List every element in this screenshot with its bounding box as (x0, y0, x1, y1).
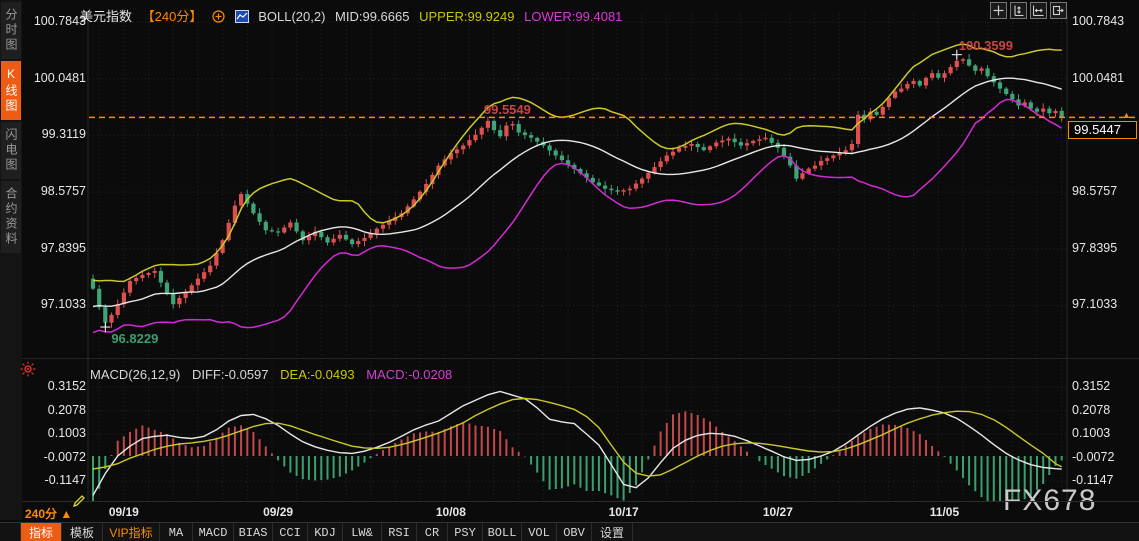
macd-axis-label: -0.1147 (44, 473, 86, 488)
toolbar-item-指标[interactable]: 指标 (21, 523, 62, 541)
x-axis-date: 10/27 (762, 505, 793, 519)
toolbar-left-pad (0, 523, 21, 541)
toolbar-item-cci[interactable]: CCI (273, 523, 308, 541)
x-axis-date: 10/08 (435, 505, 466, 519)
price-axis-label: 98.5757 (1072, 184, 1118, 199)
sidebar-tab-contract-info[interactable]: 合约资料 (1, 181, 21, 253)
toolbar-item-bias[interactable]: BIAS (234, 523, 273, 541)
toolbar-item-obv[interactable]: OBV (557, 523, 592, 541)
period-tag[interactable]: 【240分】 (142, 9, 203, 24)
macd-axis-label: 0.2078 (47, 402, 86, 417)
sidebar-tab-time-chart[interactable]: 分时图 (1, 2, 21, 59)
toolbar-item-boll[interactable]: BOLL (483, 523, 522, 541)
live-indicator-icon (20, 361, 36, 382)
macd-axis-label: -0.1147 (1072, 473, 1114, 488)
price-axis-label: 100.7843 (1072, 14, 1125, 28)
boll-mid-value: MID:99.6665 (335, 9, 410, 24)
price-axis-label: 97.1033 (40, 297, 86, 312)
toolbar-item-ma[interactable]: MA (160, 523, 193, 541)
macd-axis-label: 0.1003 (1072, 426, 1111, 441)
price-axis-label: 97.8395 (1072, 240, 1118, 255)
drawing-tool-icon[interactable] (72, 494, 86, 513)
toolbar-item-vip指标[interactable]: VIP指标 (103, 523, 160, 541)
price-axis-label: 100.0481 (1072, 70, 1125, 85)
toolbar-item-macd[interactable]: MACD (193, 523, 234, 541)
toolbar-item-设置[interactable]: 设置 (592, 523, 633, 541)
macd-axis-label: -0.0072 (43, 449, 86, 464)
macd-dea-value: DEA:-0.0493 (280, 367, 355, 382)
macd-diff-value: DIFF:-0.0597 (191, 367, 269, 382)
annotation-low-price: 96.8229 (111, 331, 159, 347)
toolbar-item-vol[interactable]: VOL (522, 523, 557, 541)
period-indicator[interactable]: 240分 ▲ (25, 505, 72, 522)
zoom-vertical-icon[interactable] (1010, 2, 1027, 19)
current-price-tag: 99.5447 (1068, 121, 1137, 140)
zoom-horizontal-icon[interactable] (1030, 2, 1047, 19)
price-axis-label: 100.0481 (33, 70, 86, 85)
toolbar-item-模板[interactable]: 模板 (62, 523, 103, 541)
boll-upper-value: UPPER:99.9249 (419, 9, 515, 24)
macd-axis-label: 0.3152 (1072, 379, 1111, 394)
toolbar-item-lw&[interactable]: LW& (343, 523, 382, 541)
macd-axis-label: 0.1003 (47, 426, 86, 441)
symbol-name: 美元指数 (80, 9, 133, 24)
price-tag-marker: ▲ (1122, 110, 1131, 121)
macd-title: MACD(26,12,9) (90, 367, 181, 382)
toolbar-item-psy[interactable]: PSY (448, 523, 483, 541)
macd-axis-label: -0.0072 (1072, 449, 1115, 464)
indicator-toolbar: 指标 模板 VIP指标 MA MACD BIAS CCI KDJ LW& RSI CR PSY BOLL… (0, 522, 1139, 541)
boll-lower-value: LOWER:99.4081 (524, 9, 623, 24)
toolbar-item-cr[interactable]: CR (417, 523, 448, 541)
price-axis-label: 100.7843 (33, 14, 86, 28)
annotation-swing-high: 99.5549 (483, 101, 531, 117)
sidebar-tab-flash-chart[interactable]: 闪电图 (1, 122, 21, 179)
macd-axis-label: 0.2078 (1072, 402, 1111, 417)
toolbar-item-rsi[interactable]: RSI (382, 523, 417, 541)
date-axis: 240分 ▲ 09/19 09/29 10/08 10/17 10/27 11/05 (0, 501, 1139, 522)
price-axis-label: 99.3119 (41, 127, 86, 142)
chart-zoom-controls (990, 2, 1067, 19)
toolbar-item-kdj[interactable]: KDJ (308, 523, 343, 541)
macd-macd-value: MACD:-0.0208 (366, 367, 453, 382)
price-axis-label: 97.8395 (40, 240, 86, 255)
pan-right-icon[interactable] (1050, 2, 1067, 19)
sidebar-tab-kline-chart[interactable]: K线图 (1, 61, 21, 120)
x-axis-date: 09/29 (263, 505, 294, 519)
annotation-top-price: 100.3599 (958, 37, 1014, 53)
x-axis-date: 11/05 (929, 505, 960, 519)
indicator-chart-icon[interactable] (234, 10, 249, 26)
price-axis-label: 97.1033 (1072, 297, 1118, 312)
macd-header: MACD(26,12,9) DIFF:-0.0597 DEA:-0.0493 M… (90, 367, 460, 382)
chart-canvas[interactable] (0, 0, 1139, 541)
chart-application-window: 分时图 K线图 闪电图 合约资料 美元指数 【240分】 BOLL(20,2) … (0, 0, 1139, 541)
chart-type-sidebar: 分时图 K线图 闪电图 合约资料 (0, 0, 22, 520)
move-icon[interactable] (990, 2, 1007, 19)
x-axis-date: 10/17 (608, 505, 639, 519)
boll-label: BOLL(20,2) (258, 9, 326, 24)
price-axis-label: 98.5757 (40, 184, 86, 199)
add-indicator-icon[interactable] (212, 10, 225, 26)
x-axis-date: 09/19 (108, 505, 139, 519)
chart-header: 美元指数 【240分】 BOLL(20,2) MID:99.6665 UPPER… (80, 6, 628, 24)
